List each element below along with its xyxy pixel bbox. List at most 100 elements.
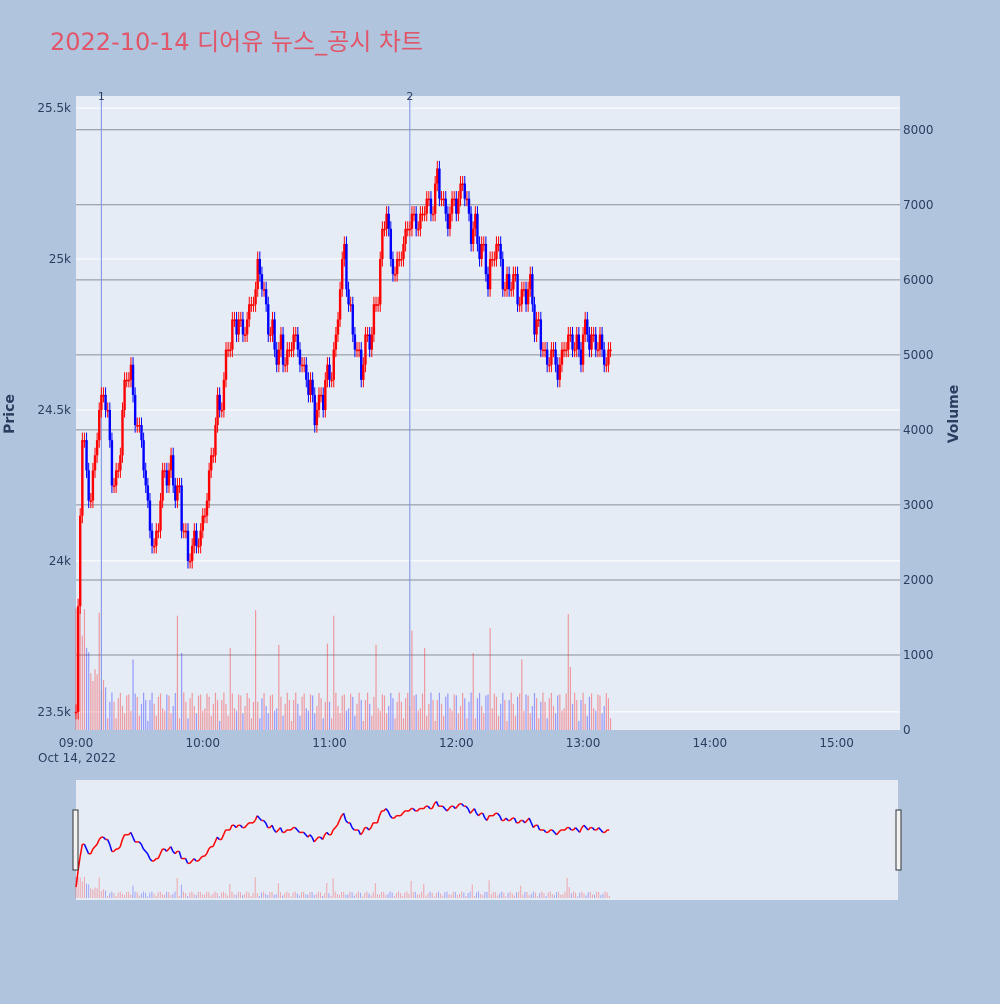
- volume-bar: [426, 715, 428, 730]
- volume-bar: [388, 705, 390, 730]
- nav-volume-bar: [444, 892, 446, 898]
- range-slider-right-handle[interactable]: [895, 809, 902, 871]
- volume-bar: [121, 705, 124, 730]
- volume-bar: [373, 696, 375, 730]
- nav-volume-bar: [383, 892, 385, 898]
- volume-bar: [328, 701, 331, 730]
- volume-bar: [470, 692, 472, 730]
- candle-body: [366, 334, 369, 337]
- volume-bar: [535, 698, 538, 730]
- volume-bar: [147, 720, 149, 730]
- volume-bar: [335, 692, 337, 730]
- volume-tick-label: 8000: [903, 123, 934, 137]
- candle-body: [157, 530, 160, 533]
- candle-body: [548, 364, 551, 367]
- nav-volume-bar: [355, 893, 357, 898]
- candle-body: [207, 470, 211, 501]
- nav-volume-bar: [379, 894, 381, 898]
- nav-volume-bar: [341, 892, 343, 898]
- candle-body: [279, 334, 283, 350]
- nav-volume-bar: [201, 894, 203, 898]
- nav-volume-bar: [587, 892, 589, 898]
- volume-bar: [297, 703, 299, 730]
- volume-bar: [383, 695, 386, 730]
- volume-bar: [314, 713, 316, 730]
- volume-bar: [345, 710, 348, 730]
- volume-bar: [464, 698, 466, 730]
- candle-body: [514, 274, 517, 276]
- volume-bar: [483, 713, 485, 730]
- candle-body: [495, 243, 498, 260]
- candle-body: [446, 213, 450, 229]
- volume-bar: [115, 718, 117, 730]
- candle-body: [573, 349, 576, 352]
- candle-body: [414, 213, 418, 229]
- range-slider[interactable]: [72, 780, 902, 900]
- candle-body: [484, 243, 488, 275]
- volume-bar: [546, 718, 548, 730]
- volume-bar: [252, 701, 255, 730]
- candle-body: [440, 198, 443, 201]
- volume-bar: [552, 705, 555, 730]
- volume-bar: [366, 692, 369, 730]
- chart-svg: 2022-10-14 디어유 뉴스_공시 차트 1 2 23.5k 24k 24.5k…: [2, 28, 962, 900]
- volume-bar: [337, 705, 339, 730]
- volume-bar: [263, 692, 265, 730]
- nav-volume-bar: [164, 894, 166, 898]
- volume-bar: [341, 695, 343, 730]
- candle-body: [176, 485, 179, 501]
- nav-volume-bar: [572, 891, 574, 898]
- candle-body: [569, 334, 572, 337]
- candle-body: [469, 213, 473, 244]
- nav-volume-bar: [204, 894, 206, 898]
- candle-body: [152, 545, 156, 548]
- nav-volume-bar: [393, 895, 395, 898]
- candle-body: [205, 500, 209, 516]
- nav-volume-bar: [111, 891, 113, 898]
- volume-bar: [411, 630, 413, 730]
- volume-bar: [580, 699, 582, 730]
- nav-volume-bar: [105, 890, 107, 898]
- candle-body: [95, 440, 99, 456]
- candle-body: [245, 319, 249, 335]
- candle-body: [501, 259, 504, 290]
- volume-bar: [274, 710, 276, 730]
- plot-area[interactable]: [76, 96, 900, 730]
- candle-body: [83, 440, 86, 442]
- nav-volume-bar: [370, 895, 372, 898]
- candle-body: [159, 500, 162, 531]
- candle-body: [374, 304, 378, 306]
- volume-bar: [197, 695, 200, 730]
- nav-volume-bar: [212, 893, 214, 898]
- nav-volume-bar: [301, 892, 303, 898]
- volume-bar: [117, 698, 119, 730]
- range-slider-left-handle[interactable]: [72, 809, 79, 871]
- candle-body: [311, 379, 314, 395]
- nav-volume-bar: [191, 891, 193, 898]
- volume-bar: [119, 692, 121, 730]
- candle-body: [214, 425, 217, 456]
- candle-body: [391, 259, 395, 275]
- candle-body: [518, 304, 521, 306]
- volume-bar: [96, 674, 98, 730]
- nav-volume-bar: [427, 893, 429, 898]
- volume-bar: [571, 703, 574, 730]
- volume-bar: [609, 718, 612, 730]
- candle-body: [387, 213, 390, 229]
- volume-bar: [419, 708, 421, 730]
- candle-body: [370, 334, 373, 350]
- nav-volume-bar: [288, 892, 290, 898]
- nav-volume-bar: [195, 895, 197, 898]
- candle-body: [231, 319, 234, 350]
- candle-body: [355, 349, 359, 352]
- nav-volume-bar: [556, 892, 558, 898]
- nav-volume-bar: [400, 893, 402, 898]
- nav-volume-bar: [250, 895, 252, 898]
- candle-body: [364, 334, 367, 365]
- nav-volume-bar: [140, 893, 142, 898]
- volume-bar: [343, 694, 345, 730]
- nav-volume-bar: [353, 895, 355, 898]
- candle-body: [353, 334, 357, 350]
- candle-body: [243, 334, 247, 337]
- candle-body: [457, 198, 460, 214]
